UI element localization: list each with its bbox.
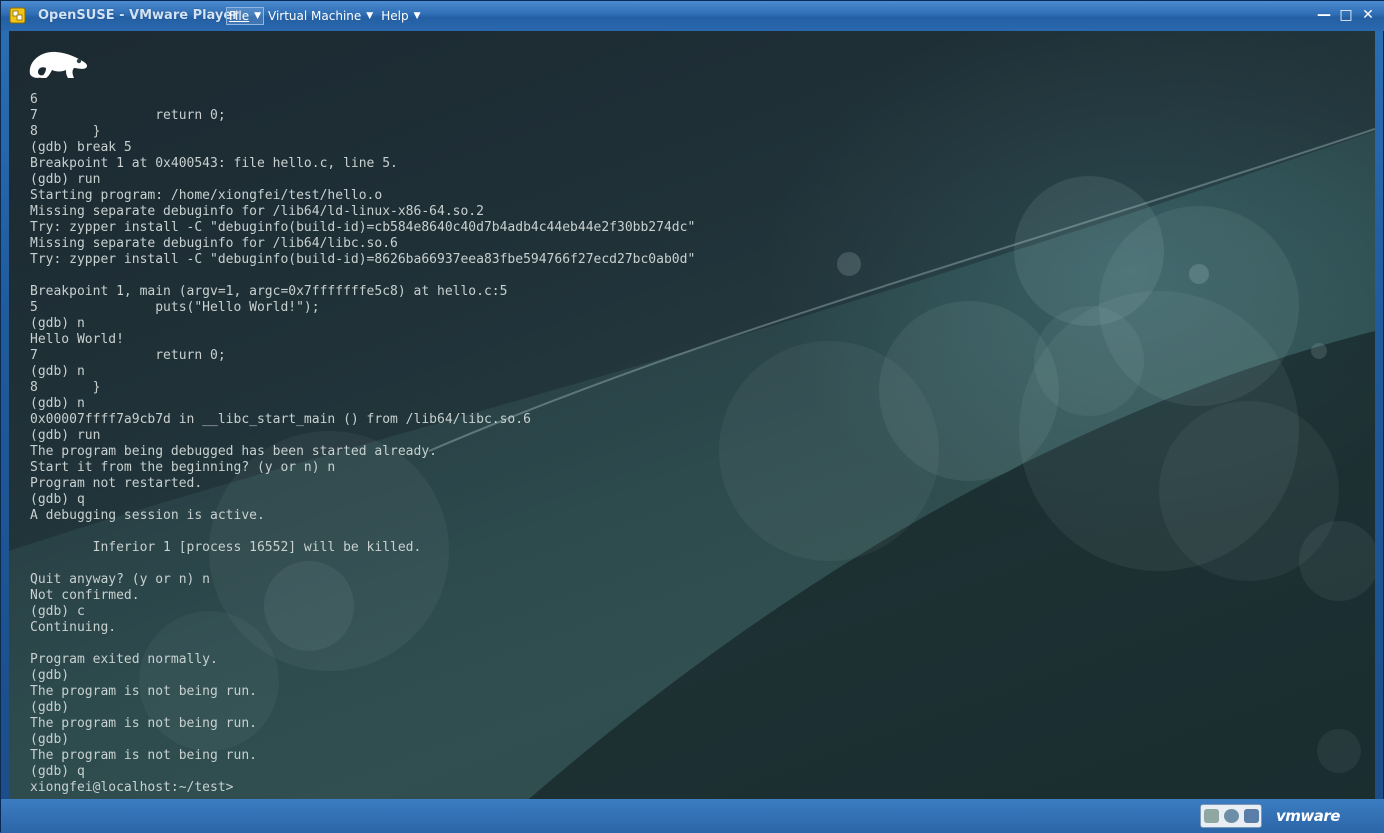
terminal-line: 8 } — [30, 124, 101, 139]
terminal-line: Breakpoint 1, main (argv=1, argc=0x7ffff… — [30, 284, 508, 299]
maximize-button[interactable]: □ — [1337, 6, 1355, 24]
terminal-line: 0x00007ffff7a9cb7d in __libc_start_main … — [30, 412, 531, 427]
network-adapter-icon[interactable] — [1243, 809, 1259, 823]
terminal-line: (gdb) — [30, 668, 70, 683]
menu-file-label: File — [229, 9, 250, 23]
terminal-line: Try: zypper install -C "debuginfo(build-… — [30, 220, 696, 235]
terminal-line: (gdb) — [30, 732, 70, 747]
status-bar — [1, 799, 1384, 833]
terminal-line: (gdb) run — [30, 428, 101, 443]
terminal-line: 8 } — [30, 380, 101, 395]
maximize-icon: □ — [1339, 7, 1353, 23]
dropdown-arrow-icon: ▼ — [254, 11, 262, 21]
menu-virtual-machine-label: Virtual Machine — [268, 9, 362, 23]
terminal-line: A debugging session is active. — [30, 508, 265, 523]
terminal-line: The program is not being run. — [30, 684, 257, 699]
terminal-line: The program is not being run. — [30, 748, 257, 763]
menu-help[interactable]: Help ▼ — [379, 7, 422, 25]
close-icon: ✕ — [1362, 7, 1374, 23]
terminal-line: 7 return 0; — [30, 348, 226, 363]
vmware-player-window: OpenSUSE - VMware Player File ▼ Virtual … — [0, 0, 1384, 833]
close-button[interactable]: ✕ — [1359, 6, 1377, 24]
window-title: OpenSUSE - VMware Player — [38, 8, 239, 23]
terminal-line: 6 — [30, 92, 38, 107]
dropdown-arrow-icon: ▼ — [413, 11, 421, 21]
title-bar[interactable]: OpenSUSE - VMware Player File ▼ Virtual … — [1, 1, 1384, 31]
menu-file[interactable]: File ▼ — [226, 7, 265, 25]
terminal-line: Missing separate debuginfo for /lib64/li… — [30, 236, 398, 251]
vmware-logo: vmware — [1276, 807, 1340, 825]
window-controls: — □ ✕ — [1315, 6, 1377, 24]
vmware-app-icon — [9, 7, 26, 24]
opensuse-logo — [29, 51, 88, 78]
terminal-line: Hello World! — [30, 332, 124, 347]
menu-virtual-machine[interactable]: Virtual Machine ▼ — [266, 7, 375, 25]
terminal-line: Program exited normally. — [30, 652, 218, 667]
terminal-line: Not confirmed. — [30, 588, 140, 603]
terminal-line: Program not restarted. — [30, 476, 203, 491]
terminal-line: xiongfei@localhost:~/test> — [30, 780, 234, 795]
terminal-line: Inferior 1 [process 16552] will be kille… — [30, 540, 422, 555]
terminal-line: Quit anyway? (y or n) n — [30, 572, 211, 587]
menu-help-label: Help — [381, 9, 409, 23]
terminal-line: (gdb) run — [30, 172, 101, 187]
terminal-line: (gdb) q — [30, 492, 85, 507]
cd-drive-icon[interactable] — [1223, 809, 1239, 823]
terminal-line: (gdb) c — [30, 604, 85, 619]
dropdown-arrow-icon: ▼ — [366, 11, 374, 21]
terminal-line: Breakpoint 1 at 0x400543: file hello.c, … — [30, 156, 398, 171]
minimize-button[interactable]: — — [1315, 6, 1333, 24]
terminal-output[interactable]: 67 return 0; 8 } (gdb) break 5 Breakpoint 1… — [30, 92, 695, 796]
terminal-line: Continuing. — [30, 620, 117, 635]
terminal-line: (gdb) break 5 — [30, 140, 132, 155]
terminal-line: Try: zypper install -C "debuginfo(build-… — [30, 252, 696, 267]
vm-screen[interactable]: 67 return 0; 8 } (gdb) break 5 Breakpoint 1… — [9, 31, 1375, 799]
terminal-line: (gdb) q — [30, 764, 85, 779]
terminal-line: (gdb) — [30, 700, 70, 715]
device-tray — [1200, 804, 1262, 828]
terminal-line: The program being debugged has been star… — [30, 444, 437, 459]
hard-disk-icon[interactable] — [1203, 809, 1219, 823]
minimize-icon: — — [1317, 7, 1331, 23]
terminal-line: (gdb) n — [30, 364, 85, 379]
terminal-line: 5 puts("Hello World!"); — [30, 300, 320, 315]
terminal-line: (gdb) n — [30, 316, 85, 331]
menu-bar: File ▼ Virtual Machine ▼ Help ▼ — [226, 7, 422, 25]
terminal-line: (gdb) n — [30, 396, 85, 411]
terminal-line: Missing separate debuginfo for /lib64/ld… — [30, 204, 484, 219]
terminal-line: The program is not being run. — [30, 716, 257, 731]
terminal-line: 7 return 0; — [30, 108, 226, 123]
terminal-line: Starting program: /home/xiongfei/test/he… — [30, 188, 383, 203]
terminal-line: Start it from the beginning? (y or n) n — [30, 460, 336, 475]
